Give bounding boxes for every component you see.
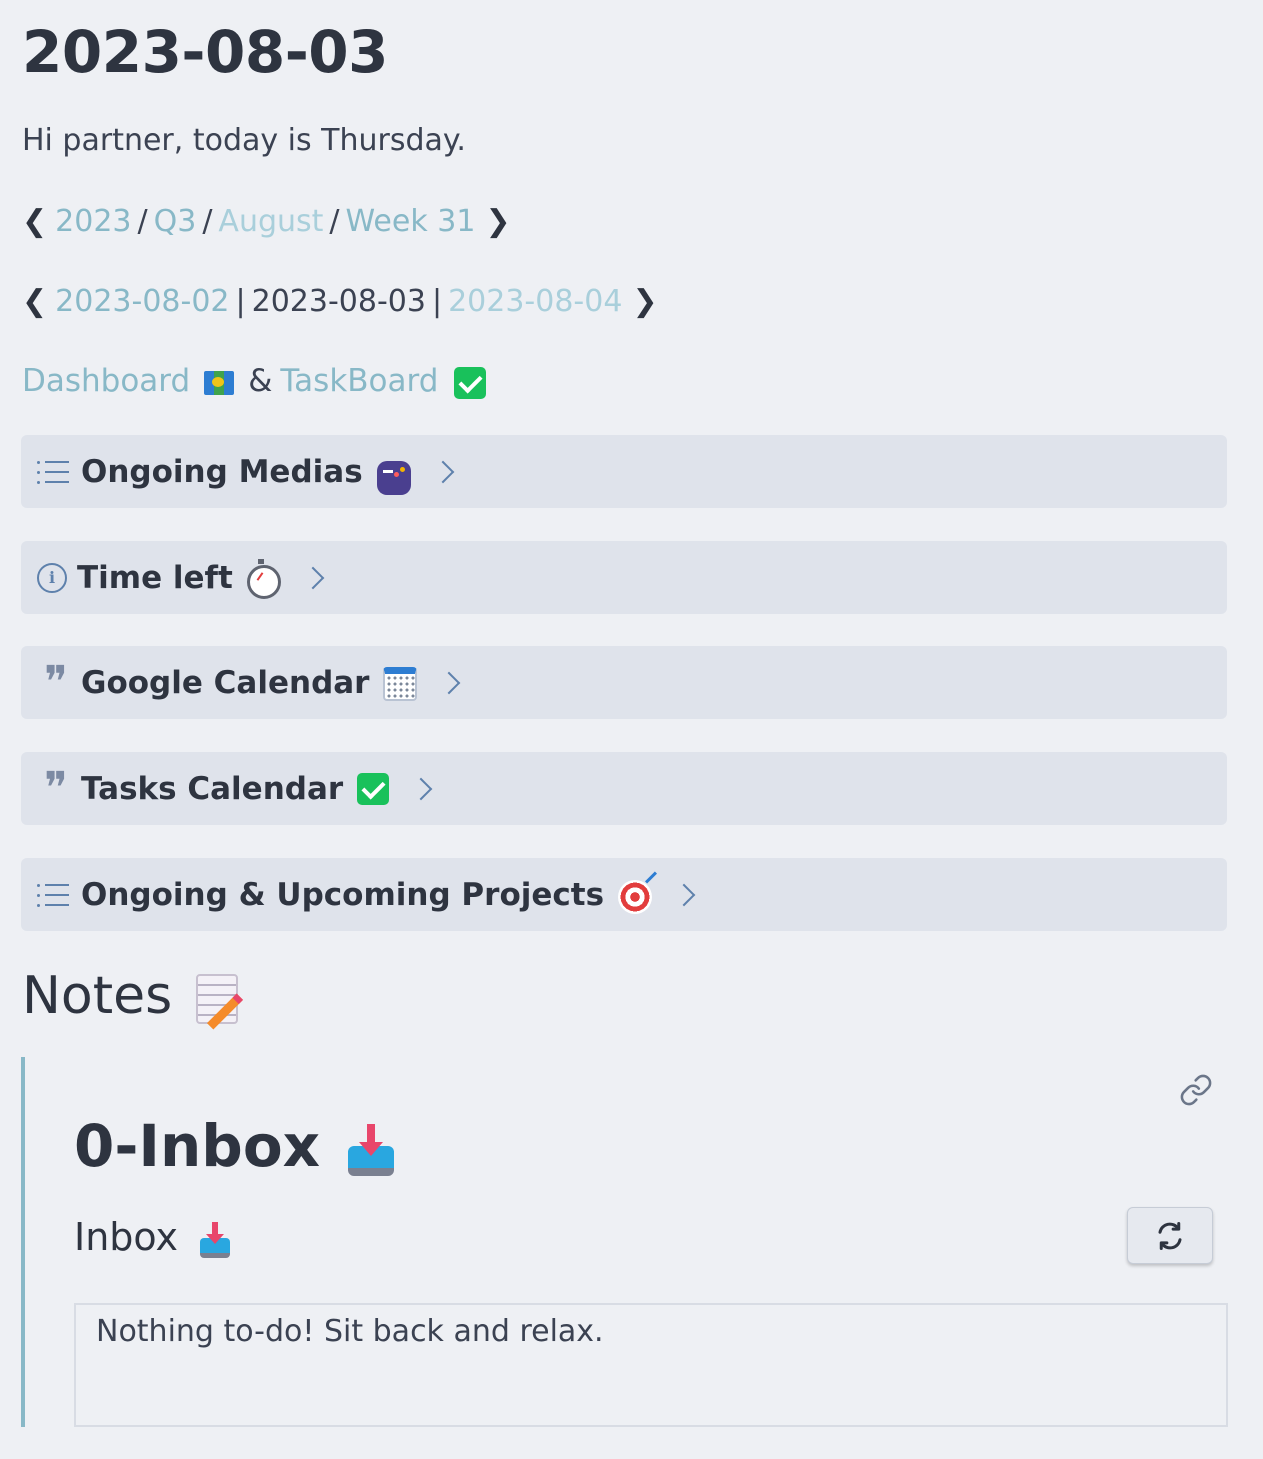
callout-ongoing-upcoming-projects[interactable]: Ongoing & Upcoming Projects bbox=[21, 858, 1227, 931]
period-navigation: ❮ 2023/Q3/August / Week 31 ❯ bbox=[22, 202, 511, 242]
embed-title-text: 0-Inbox bbox=[74, 1112, 321, 1180]
list-icon bbox=[37, 455, 71, 489]
separator: | bbox=[235, 284, 246, 319]
video-game-icon bbox=[376, 460, 411, 495]
stopwatch-icon bbox=[246, 558, 281, 599]
chevron-right-icon[interactable] bbox=[672, 883, 696, 906]
separator: / bbox=[202, 204, 213, 239]
callout-title: Ongoing & Upcoming Projects bbox=[81, 876, 605, 913]
memo-icon bbox=[196, 974, 239, 1024]
chevron-right-icon[interactable] bbox=[431, 460, 454, 483]
greeting-text: Hi partner, today is Thursday. bbox=[22, 123, 466, 158]
quarter-link[interactable]: Q3 bbox=[154, 204, 197, 239]
page-title: 2023-08-03 bbox=[22, 18, 389, 86]
check-mark-button-icon bbox=[357, 772, 390, 805]
chevron-right-icon[interactable] bbox=[438, 671, 461, 694]
spiral-calendar-icon bbox=[383, 666, 418, 701]
callout-title: Ongoing Medias bbox=[81, 453, 363, 490]
chevron-left-icon[interactable]: ❮ bbox=[22, 282, 47, 322]
callout-ongoing-medias[interactable]: Ongoing Medias bbox=[21, 435, 1227, 508]
chevron-right-icon[interactable] bbox=[409, 777, 433, 800]
separator: / bbox=[137, 204, 148, 239]
callout-time-left[interactable]: i Time left bbox=[21, 541, 1227, 614]
list-icon bbox=[37, 878, 71, 912]
week-link[interactable]: Week 31 bbox=[346, 204, 476, 239]
board-connector: & bbox=[248, 363, 273, 399]
callout-title: Time left bbox=[77, 559, 233, 596]
chevron-right-icon[interactable]: ❯ bbox=[485, 202, 510, 242]
year-link[interactable]: 2023 bbox=[55, 204, 131, 239]
taskboard-link[interactable]: TaskBoard bbox=[280, 363, 438, 399]
dashboard-link[interactable]: Dashboard bbox=[22, 363, 190, 399]
notes-heading: Notes bbox=[22, 964, 239, 1028]
month-link[interactable]: August bbox=[218, 204, 323, 239]
inbox-heading-text: Inbox bbox=[74, 1215, 178, 1259]
info-icon: i bbox=[37, 562, 67, 593]
callout-google-calendar[interactable]: ❞ Google Calendar bbox=[21, 646, 1227, 719]
callout-title: Google Calendar bbox=[81, 664, 370, 701]
embed-title: 0-Inbox bbox=[74, 1111, 395, 1181]
task-list-box: Nothing to-do! Sit back and relax. bbox=[74, 1303, 1228, 1427]
notes-heading-text: Notes bbox=[22, 966, 173, 1026]
direct-hit-icon bbox=[618, 879, 653, 914]
daily-note-page: 2023-08-03 Hi partner, today is Thursday… bbox=[0, 0, 1263, 1459]
world-map-icon bbox=[204, 370, 235, 395]
quote-icon: ❞ bbox=[44, 762, 68, 814]
inbox-heading: Inbox bbox=[74, 1213, 230, 1261]
separator: | bbox=[431, 284, 443, 319]
chevron-right-icon[interactable] bbox=[301, 566, 325, 589]
quote-icon: ❞ bbox=[44, 656, 68, 708]
current-day: 2023-08-03 bbox=[251, 284, 426, 319]
refresh-icon bbox=[1158, 1221, 1182, 1250]
callout-tasks-calendar[interactable]: ❞ Tasks Calendar bbox=[21, 752, 1227, 825]
previous-day-link[interactable]: 2023-08-02 bbox=[55, 284, 229, 319]
board-links: Dashboard & TaskBoard bbox=[22, 360, 496, 402]
separator: / bbox=[329, 204, 340, 239]
inbox-tray-icon bbox=[348, 1123, 395, 1176]
chevron-right-icon[interactable]: ❯ bbox=[632, 282, 657, 322]
chevron-left-icon[interactable]: ❮ bbox=[22, 202, 47, 242]
day-navigation: ❮ 2023-08-02 | 2023-08-03 | 2023-08-04 ❯ bbox=[22, 282, 658, 322]
refresh-button[interactable] bbox=[1127, 1207, 1213, 1264]
callout-title: Tasks Calendar bbox=[81, 770, 344, 807]
link-icon[interactable] bbox=[1179, 1073, 1213, 1107]
embedded-note: 0-Inbox Inbox Nothing to-do! Sit back an… bbox=[21, 1057, 1228, 1427]
check-mark-button-icon bbox=[454, 366, 487, 399]
next-day-link[interactable]: 2023-08-04 bbox=[448, 284, 622, 319]
empty-task-message: Nothing to-do! Sit back and relax. bbox=[96, 1314, 604, 1349]
inbox-tray-icon bbox=[199, 1221, 230, 1258]
